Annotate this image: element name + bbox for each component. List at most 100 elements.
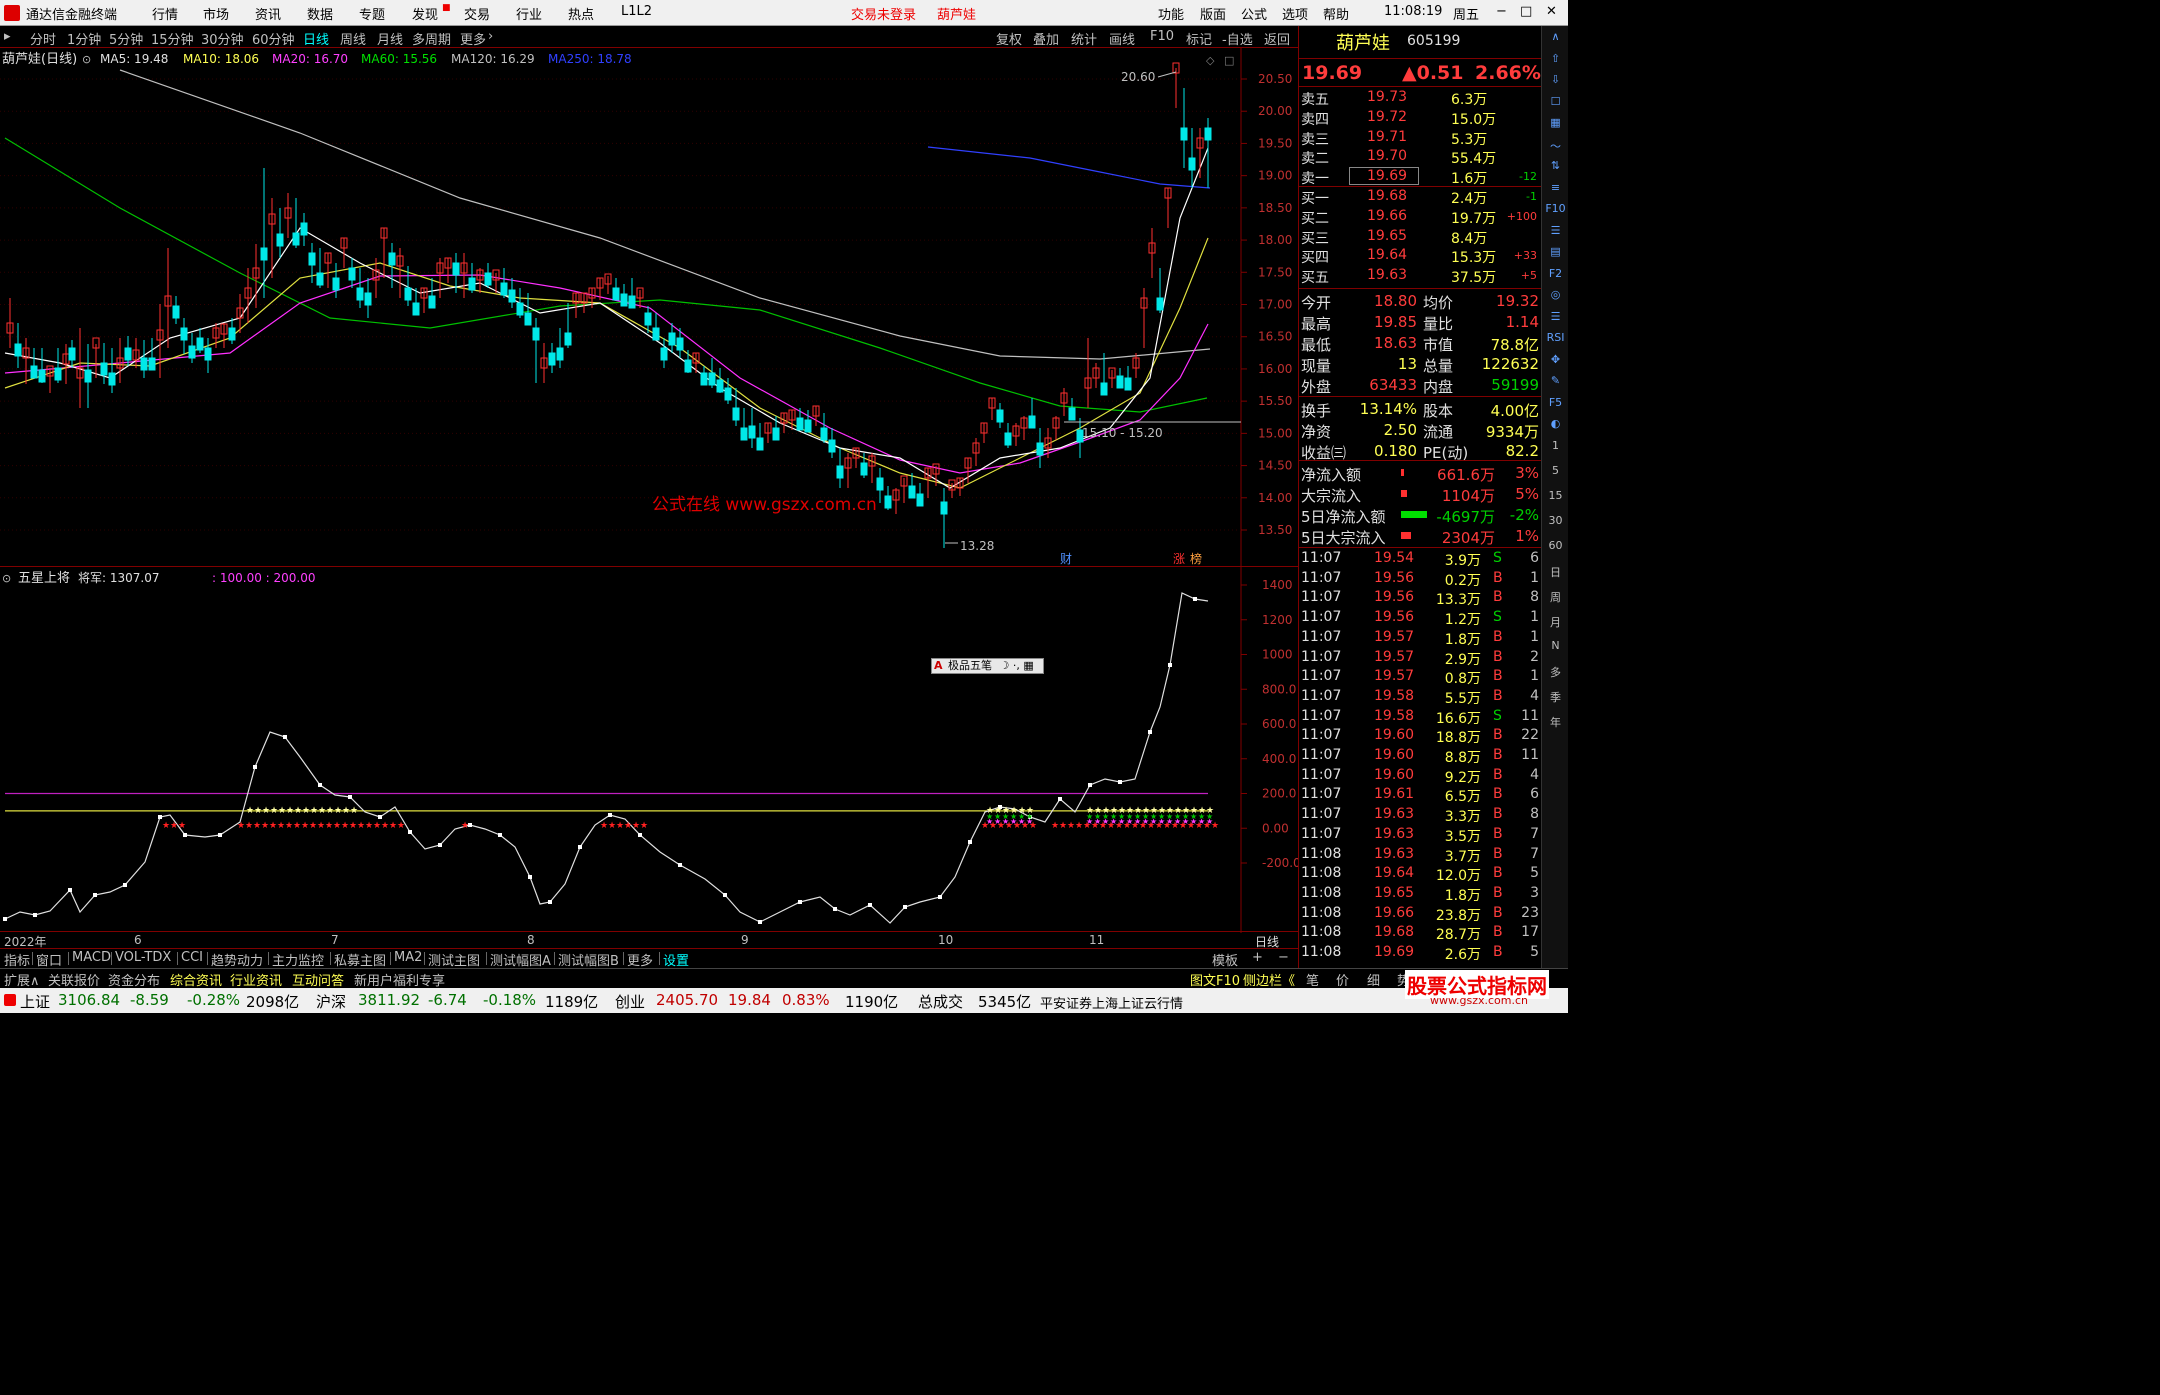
- menu-gongneng[interactable]: 功能: [1158, 4, 1184, 23]
- side-tool-22[interactable]: 30: [1542, 514, 1569, 527]
- menu-redian[interactable]: 热点: [568, 4, 594, 23]
- ime-moon-icon[interactable]: ☽: [1000, 659, 1010, 672]
- side-tool-1[interactable]: ⇧: [1542, 52, 1569, 65]
- ext-right-3[interactable]: 价: [1336, 970, 1349, 989]
- side-tool-5[interactable]: 〜: [1542, 138, 1569, 154]
- side-tool-14[interactable]: RSI: [1542, 331, 1569, 344]
- indicator-tab-2[interactable]: MACD: [72, 950, 111, 965]
- marker-bang[interactable]: 榜: [1190, 551, 1202, 566]
- side-tool-9[interactable]: ☰: [1542, 224, 1569, 237]
- menu-zixun[interactable]: 资讯: [255, 4, 281, 23]
- indicator-tab-6[interactable]: 主力监控: [272, 950, 324, 969]
- ext-right-2[interactable]: 笔: [1306, 970, 1319, 989]
- minimize-icon[interactable]: −: [1496, 4, 1507, 19]
- ext-right-4[interactable]: 细: [1367, 970, 1380, 989]
- settings-icon[interactable]: ⊙: [2, 572, 11, 585]
- indicator-tab-11[interactable]: 测试幅图B: [558, 950, 619, 969]
- main-kline-chart[interactable]: 20.50 20.00 19.50 19.00 18.50 18.00 17.50 17.00…: [0, 48, 1298, 566]
- side-tool-29[interactable]: 季: [1542, 689, 1569, 705]
- tool-tongji[interactable]: 统计: [1071, 29, 1097, 48]
- period-multi[interactable]: 多周期: [412, 29, 451, 48]
- period-1min[interactable]: 1分钟: [67, 29, 101, 48]
- tool-zixuan[interactable]: -自选: [1222, 29, 1253, 48]
- side-tool-19[interactable]: 1: [1542, 439, 1569, 452]
- indicator-tab-3[interactable]: VOL-TDX: [115, 950, 171, 965]
- side-tool-27[interactable]: N: [1542, 639, 1569, 652]
- ext-tab-6[interactable]: 新用户福利专享: [354, 970, 445, 989]
- indicator-tab-5[interactable]: 趋势动力: [211, 950, 263, 969]
- ext-right-1[interactable]: 侧边栏《: [1243, 970, 1295, 989]
- period-monthly[interactable]: 月线: [377, 29, 403, 48]
- menu-hangqing[interactable]: 行情: [152, 4, 178, 23]
- side-tool-3[interactable]: ☐: [1542, 95, 1569, 108]
- side-tool-23[interactable]: 60: [1542, 539, 1569, 552]
- indicator-tab-4[interactable]: CCI: [181, 950, 203, 965]
- side-tool-20[interactable]: 5: [1542, 464, 1569, 477]
- ext-right-0[interactable]: 图文F10: [1190, 970, 1240, 989]
- indicator-tab-0[interactable]: 指标: [4, 950, 30, 969]
- side-tool-0[interactable]: ∧: [1542, 30, 1569, 43]
- tool-fuquan[interactable]: 复权: [996, 29, 1022, 48]
- ext-tab-2[interactable]: 资金分布: [108, 970, 160, 989]
- period-5min[interactable]: 5分钟: [109, 29, 143, 48]
- ext-tab-5[interactable]: 互动问答: [292, 970, 344, 989]
- indicator-tab-13[interactable]: 设置: [663, 950, 689, 969]
- side-tool-10[interactable]: ▤: [1542, 245, 1569, 258]
- menu-xuanxiang[interactable]: 选项: [1282, 4, 1308, 23]
- menu-shichang[interactable]: 市场: [203, 4, 229, 23]
- menu-shuju[interactable]: 数据: [307, 4, 333, 23]
- ime-toolbar[interactable]: A 极品五笔 ☽ ·, ▦: [931, 658, 1044, 674]
- broker-label[interactable]: 平安证券上海上证云行情: [1040, 993, 1183, 1012]
- hs-label[interactable]: 沪深: [316, 991, 346, 1012]
- period-daily[interactable]: 日线: [303, 29, 329, 48]
- ime-dot-icon[interactable]: ·,: [1013, 659, 1020, 672]
- period-more[interactable]: 更多: [460, 29, 486, 48]
- template-button[interactable]: 模板: [1212, 950, 1238, 969]
- side-tool-17[interactable]: F5: [1542, 396, 1569, 409]
- side-tool-28[interactable]: 多: [1542, 664, 1569, 680]
- sh-label[interactable]: 上证: [20, 991, 50, 1012]
- indicator-tab-8[interactable]: MA2: [394, 950, 422, 965]
- maximize-icon[interactable]: □: [1520, 4, 1532, 19]
- side-tool-24[interactable]: 日: [1542, 564, 1569, 580]
- period-60min[interactable]: 60分钟: [252, 29, 295, 48]
- indicator-tab-1[interactable]: 窗口: [36, 950, 62, 969]
- tool-f10[interactable]: F10: [1150, 29, 1174, 44]
- indicator-tab-10[interactable]: 测试幅图A: [490, 950, 551, 969]
- add-button[interactable]: +: [1252, 950, 1263, 965]
- indicator-tab-12[interactable]: 更多: [627, 950, 653, 969]
- side-tool-2[interactable]: ⇩: [1542, 73, 1569, 86]
- side-tool-25[interactable]: 周: [1542, 589, 1569, 605]
- side-tool-13[interactable]: ☰: [1542, 310, 1569, 323]
- side-tool-8[interactable]: F10: [1542, 202, 1569, 215]
- period-15min[interactable]: 15分钟: [151, 29, 194, 48]
- remove-button[interactable]: −: [1278, 950, 1289, 965]
- side-tool-11[interactable]: F2: [1542, 267, 1569, 280]
- square-icon[interactable]: □: [1224, 54, 1234, 67]
- ime-keyboard-icon[interactable]: ▦: [1023, 659, 1033, 672]
- menu-zhuanti[interactable]: 专题: [359, 4, 385, 23]
- indicator-tab-7[interactable]: 私募主图: [334, 950, 386, 969]
- cy-label[interactable]: 创业: [615, 991, 645, 1012]
- tool-huaxian[interactable]: 画线: [1109, 29, 1135, 48]
- ext-tab-3[interactable]: 综合资讯: [170, 970, 222, 989]
- chevron-right-icon[interactable]: ›: [488, 29, 493, 44]
- close-icon[interactable]: ✕: [1546, 4, 1557, 19]
- indicator-chart[interactable]: ★ ★ ★ ★ ★ ★ ★ ★ ★ ★ ★ ★ ★ ★ ★ ★ ★ ★ ★ ★ ★ ★ ★ ★ ★ ★ ★ ★ ★ ★ ★ ★ ★ ★ ★ ★ ★ ★ ★ ★…: [0, 566, 1301, 933]
- side-tool-7[interactable]: ≡: [1542, 181, 1569, 194]
- side-tool-30[interactable]: 年: [1542, 714, 1569, 730]
- side-tool-4[interactable]: ▦: [1542, 116, 1569, 129]
- side-tool-18[interactable]: ◐: [1542, 417, 1569, 430]
- menu-jiaoyi[interactable]: 交易: [464, 4, 490, 23]
- side-tool-15[interactable]: ✥: [1542, 353, 1569, 366]
- ext-tab-0[interactable]: 扩展∧: [4, 970, 40, 989]
- tool-biaoji[interactable]: 标记: [1186, 29, 1212, 48]
- indicator-tab-9[interactable]: 测试主图: [428, 950, 480, 969]
- menu-l1l2[interactable]: L1L2: [621, 4, 652, 19]
- tool-diejia[interactable]: 叠加: [1033, 29, 1059, 48]
- diamond-icon[interactable]: ◇: [1206, 54, 1215, 67]
- period-fenshi[interactable]: 分时: [30, 29, 56, 48]
- menu-hangye[interactable]: 行业: [516, 4, 542, 23]
- side-tool-12[interactable]: ◎: [1542, 288, 1569, 301]
- ext-tab-4[interactable]: 行业资讯: [230, 970, 282, 989]
